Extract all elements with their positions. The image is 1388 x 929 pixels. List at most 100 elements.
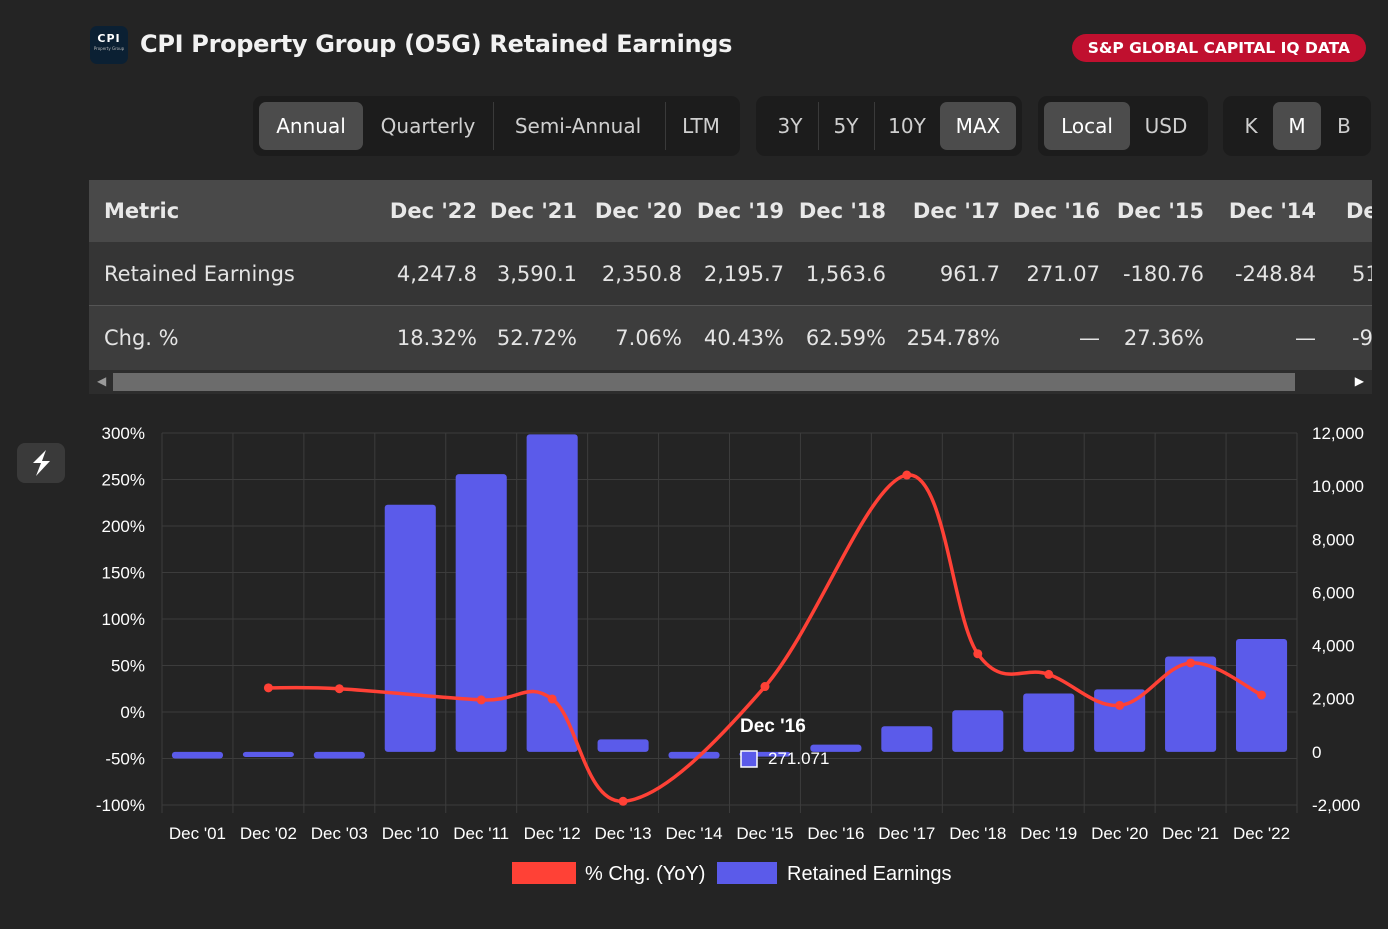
- table-row: Retained Earnings 4,247.8 3,590.1 2,350.8 2,…: [89, 242, 1372, 306]
- table-cell: 2,350.8: [601, 262, 682, 286]
- line-point: [1115, 700, 1125, 710]
- table-cell: 52.72%: [496, 326, 577, 350]
- table-cell: -9: [1352, 326, 1372, 350]
- table-cell: 7.06%: [615, 326, 682, 350]
- line-point: [263, 683, 273, 693]
- column-header: De: [1346, 199, 1372, 223]
- bar-retained-earnings: [384, 504, 436, 752]
- column-header: Dec '15: [1116, 199, 1204, 223]
- bar-retained-earnings: [313, 751, 365, 759]
- column-header-metric: Metric: [104, 199, 180, 223]
- line-point: [334, 684, 344, 694]
- x-tick-label: Dec '03: [311, 824, 368, 843]
- period-toggle: Annual Quarterly Semi-Annual LTM: [253, 96, 740, 156]
- table-header-row: Metric Dec '22 Dec '21 Dec '20 Dec '19 Dec '1…: [89, 180, 1372, 242]
- bar-retained-earnings: [526, 434, 578, 752]
- line-point: [760, 682, 770, 692]
- toggle-period-annual[interactable]: Annual: [259, 102, 363, 150]
- page-title: CPI Property Group (O5G) Retained Earnin…: [140, 30, 733, 58]
- legend-swatch-pct-change: [512, 862, 576, 884]
- table-cell: 271.07: [1026, 262, 1100, 286]
- legend-label: % Chg. (YoY): [585, 863, 705, 885]
- scroll-right-arrow-icon[interactable]: ▶: [1355, 374, 1364, 388]
- tooltip-value: 271.071: [768, 749, 829, 768]
- line-point: [476, 695, 486, 705]
- scroll-left-arrow-icon[interactable]: ◀: [97, 374, 106, 388]
- line-point: [1044, 669, 1054, 679]
- data-table: Metric Dec '22 Dec '21 Dec '20 Dec '19 Dec '1…: [89, 180, 1372, 394]
- line-point: [1257, 690, 1267, 700]
- y-left-tick-label: 250%: [102, 471, 145, 490]
- y-left-tick-label: 200%: [102, 517, 145, 536]
- table-cell: 3,590.1: [496, 262, 577, 286]
- bar-retained-earnings: [242, 751, 294, 758]
- table-cell: 62.59%: [805, 326, 886, 350]
- y-right-tick-label: -2,000: [1312, 796, 1360, 815]
- toggle-range-5y[interactable]: 5Y: [820, 102, 872, 150]
- x-tick-label: Dec '17: [878, 824, 935, 843]
- currency-toggle: Local USD: [1038, 96, 1208, 156]
- row-label: Chg. %: [104, 326, 179, 350]
- table-cell: —: [1295, 326, 1316, 350]
- y-right-tick-label: 10,000: [1312, 477, 1364, 496]
- toggle-currency-usd[interactable]: USD: [1130, 102, 1202, 150]
- y-right-tick-label: 4,000: [1312, 637, 1355, 656]
- x-tick-label: Dec '20: [1091, 824, 1148, 843]
- line-point: [973, 649, 983, 659]
- toggle-range-3y[interactable]: 3Y: [764, 102, 816, 150]
- y-left-tick-label: 0%: [120, 703, 145, 722]
- toggle-range-10y[interactable]: 10Y: [876, 102, 938, 150]
- toggle-range-max[interactable]: MAX: [940, 102, 1016, 150]
- toggle-divider: [493, 102, 494, 150]
- x-tick-label: Dec '19: [1020, 824, 1077, 843]
- scroll-thumb[interactable]: [113, 373, 1295, 391]
- y-right-tick-label: 8,000: [1312, 530, 1355, 549]
- column-header: Dec '14: [1228, 199, 1316, 223]
- x-tick-label: Dec '10: [382, 824, 439, 843]
- table-cell: 40.43%: [703, 326, 784, 350]
- table-cell: -248.84: [1234, 262, 1316, 286]
- column-header: Dec '21: [489, 199, 577, 223]
- row-label: Retained Earnings: [104, 262, 295, 286]
- x-tick-label: Dec '21: [1162, 824, 1219, 843]
- bar-retained-earnings: [1023, 693, 1075, 752]
- header: CPI Property Group CPI Property Group (O…: [90, 26, 1370, 68]
- y-right-tick-label: 6,000: [1312, 583, 1355, 602]
- toggle-period-quarterly[interactable]: Quarterly: [371, 102, 485, 150]
- tooltip-title: Dec '16: [740, 716, 806, 737]
- table-cell: 1,563.6: [805, 262, 886, 286]
- x-tick-label: Dec '15: [736, 824, 793, 843]
- table-scrollbar[interactable]: ◀ ▶: [89, 370, 1372, 394]
- retained-earnings-chart: 300% 250% 200% 150% 100% 50% 0% -50% -100% 12,000…: [96, 424, 1364, 885]
- toggle-period-ltm[interactable]: LTM: [671, 102, 731, 150]
- x-tick-label: Dec '11: [453, 824, 509, 843]
- toggle-period-semi-annual[interactable]: Semi-Annual: [499, 102, 657, 150]
- toggle-divider: [874, 102, 875, 150]
- table-row: Chg. % 18.32% 52.72% 7.06% 40.43% 62.59% 254.7…: [89, 306, 1372, 370]
- bar-retained-earnings: [952, 710, 1004, 752]
- y-right-tick-label: 0: [1312, 743, 1321, 762]
- x-tick-label: Dec '01: [169, 824, 226, 843]
- toggle-units-m[interactable]: M: [1273, 102, 1321, 150]
- range-toggle: 3Y 5Y 10Y MAX: [756, 96, 1022, 156]
- x-tick-label: Dec '14: [665, 824, 722, 843]
- toggle-units-b[interactable]: B: [1321, 102, 1367, 150]
- table-cell: 254.78%: [906, 326, 1000, 350]
- bar-retained-earnings: [597, 739, 649, 752]
- toggle-divider: [818, 102, 819, 150]
- table-cell: 961.7: [939, 262, 1000, 286]
- table-cell: 2,195.7: [703, 262, 784, 286]
- company-logo: CPI Property Group: [90, 26, 128, 64]
- line-point: [1186, 658, 1196, 668]
- bar-retained-earnings: [668, 751, 720, 759]
- units-toggle: KMB: [1223, 96, 1371, 156]
- toggle-units-k[interactable]: K: [1227, 102, 1275, 150]
- y-left-tick-label: 100%: [102, 610, 145, 629]
- table-cell: 51: [1352, 262, 1372, 286]
- toggle-currency-local[interactable]: Local: [1044, 102, 1130, 150]
- data-source-badge[interactable]: S&P GLOBAL CAPITAL IQ DATA: [1071, 34, 1366, 62]
- line-point: [902, 470, 912, 480]
- bar-retained-earnings: [171, 751, 224, 759]
- table-cell: 4,247.8: [396, 262, 477, 286]
- y-left-tick-label: -50%: [105, 750, 145, 769]
